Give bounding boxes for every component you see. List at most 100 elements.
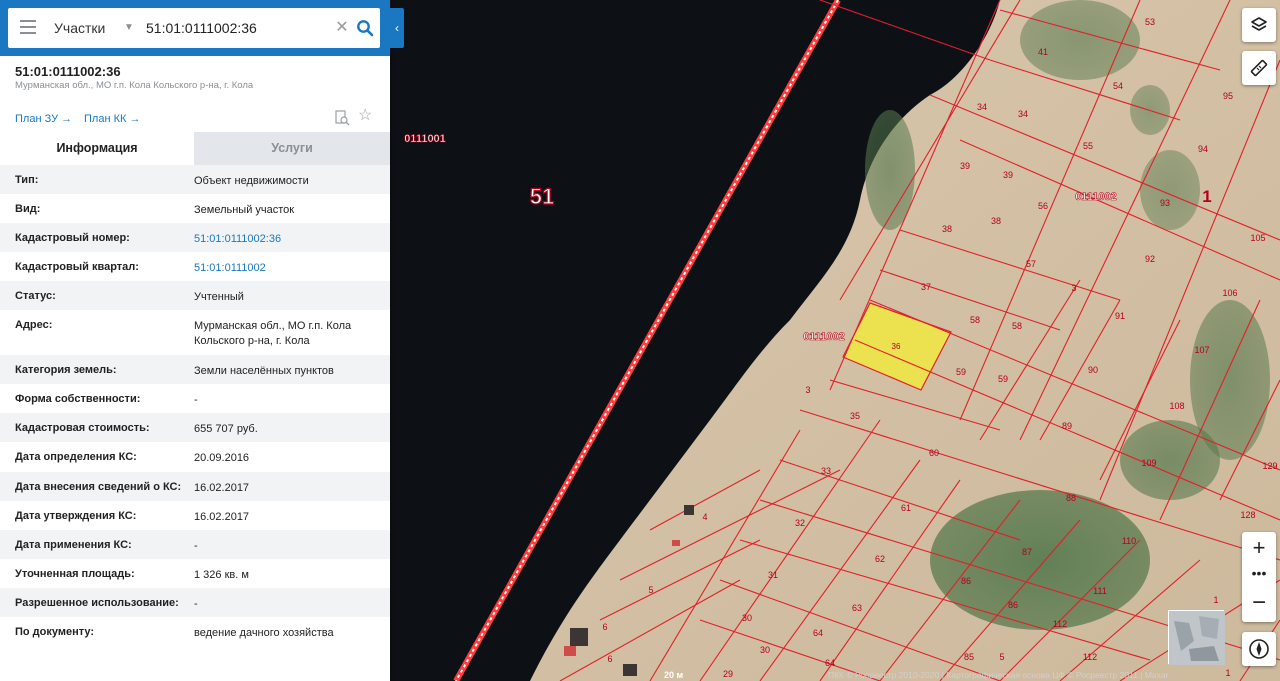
parcel-number-label: 62 [875,554,885,564]
parcel-number-label: 61 [901,503,911,513]
parcel-number-label: 108 [1169,401,1184,411]
parcel-number-label: 55 [1083,141,1093,151]
parcel-number-label: 56 [1038,201,1048,211]
info-row-value: Земельный участок [194,204,295,216]
building [684,505,694,515]
tab-information[interactable]: Информация [0,132,194,165]
tab-services[interactable]: Услуги [194,132,390,165]
info-row-value: 16.02.2017 [194,511,250,523]
plan-zu-label: План ЗУ [15,113,59,125]
tabs: Информация Услуги [0,132,390,165]
layer-select-value: Участки [54,20,106,36]
info-row-value: ведение дачного хозяйства [194,627,334,639]
parcel-number-label: 58 [1012,321,1022,331]
info-row: Кадастровый квартал: 51:01:0111002 [0,252,390,281]
info-row-value: - [194,394,198,406]
parcel-number-label: 38 [991,216,1001,226]
plan-kk-link[interactable]: План КК → [84,113,140,125]
parcel-number-label: 31 [768,570,778,580]
info-row-link[interactable]: 51:01:0111002 [194,261,374,276]
building [672,540,680,546]
parcel-number-label: 35 [850,411,860,421]
document-search-icon[interactable] [334,110,350,126]
object-title: 51:01:0111002:36 [15,64,121,79]
scale-label: 20 м [664,670,684,680]
parcel-number-label: 30 [760,645,770,655]
info-row-label: Уточненная площадь: [15,568,135,580]
parcel-number-label: 39 [960,161,970,171]
parcel-number-label: 107 [1194,345,1209,355]
parcel-number-label: 93 [1160,198,1170,208]
info-row: Категория земель: Земли населённых пункто… [0,355,390,384]
info-row-link[interactable]: 51:01:0111002:36 [194,232,374,247]
parcel-number-label: 95 [1223,91,1233,101]
layers-button[interactable] [1242,8,1276,42]
parcel-number-label: 57 [1026,259,1036,269]
parcel-number-label: 90 [1088,365,1098,375]
more-button[interactable]: ••• [1242,564,1276,588]
parcel-number-label: 4 [702,512,707,522]
info-row: Дата внесения сведений о КС: 16.02.2017 [0,472,390,501]
parcel-number-label: 54 [1113,81,1123,91]
parcel-number-label: 129 [1262,461,1277,471]
parcel-number-label: 85 [964,652,974,662]
parcel-number-label: 1 [1213,595,1218,605]
info-row-value: Земли населённых пунктов [194,365,334,377]
parcel-number-label: 110 [1122,536,1136,546]
ruler-button[interactable] [1242,51,1276,85]
compass-button[interactable] [1242,632,1276,666]
parcel-number-label: 94 [1198,144,1208,154]
zoom-in-button[interactable]: + [1242,532,1276,564]
favorite-star-icon[interactable]: ☆ [358,108,374,124]
search-input[interactable] [146,14,336,42]
info-row: Тип: Объект недвижимости [0,165,390,194]
info-row-label: Адрес: [15,319,53,331]
info-row-label: Кадастровый квартал: [15,261,139,273]
info-row: Адрес: Мурманская обл., МО г.п. Кола Коль… [0,310,390,355]
layer-select[interactable]: Участки ▼ [54,8,142,48]
menu-icon[interactable] [20,20,36,36]
parcel-number-label: 3 [1071,283,1076,293]
info-row-label: Кадастровая стоимость: [15,422,150,434]
parcel-number-label: 38 [942,224,952,234]
parcel-number-label: 30 [742,613,752,623]
parcel-number-label: 128 [1240,510,1255,520]
parcel-number-label: 32 [795,518,805,528]
forest-patch [1020,0,1140,80]
info-row-label: Статус: [15,290,56,302]
search-icon [357,20,374,37]
parcel-number-label: 33 [821,466,831,476]
info-row-value: 20.09.2016 [194,452,250,464]
search-bar: Участки ▼ ✕ [0,0,390,56]
minimap-image [1169,611,1225,665]
info-row-label: Вид: [15,203,41,215]
search-box: Участки ▼ ✕ [8,8,380,48]
parcel-number-label: 39 [1003,170,1013,180]
parcel-number-label: 91 [1115,311,1125,321]
minimap[interactable] [1168,610,1225,665]
parcel-number-label: 89 [1062,421,1072,431]
info-row-label: Разрешенное использование: [15,597,179,609]
parcel-number-label: 41 [1038,47,1048,57]
arrow-right-icon: → [61,113,73,125]
parcel-number-label: 6 [602,622,607,632]
parcel-number-label: 29 [723,669,733,679]
building [623,664,637,676]
collapse-panel-button[interactable]: ‹ [390,8,404,48]
info-row: Статус: Учтенный [0,281,390,310]
plan-zu-link[interactable]: План ЗУ → [15,113,72,125]
selected-parcel-label: 36 [892,342,901,351]
info-row-value: 655 707 руб. [194,423,258,435]
parcel-number-label: 37 [921,282,931,292]
parcel-number-label: 86 [961,576,971,586]
zoom-out-button[interactable]: − [1242,588,1276,622]
info-row: По документу: ведение дачного хозяйства [0,617,390,646]
info-row-label: Дата внесения сведений о КС: [15,481,182,493]
info-row-value: 16.02.2017 [194,482,250,494]
info-row-value: - [194,540,198,552]
search-button[interactable] [348,8,380,48]
info-row: Кадастровый номер: 51:01:0111002:36 [0,223,390,252]
parcel-number-label: 34 [977,102,987,112]
info-row-value: - [194,598,198,610]
parcel-number-label: 112 [1053,619,1067,629]
